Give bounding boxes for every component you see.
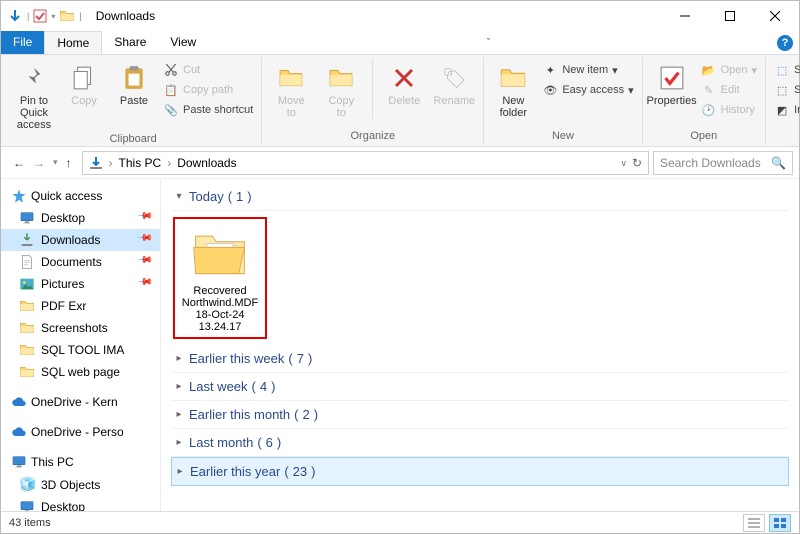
collapse-ribbon-button[interactable]: ˇ <box>487 37 499 49</box>
tab-view[interactable]: View <box>158 31 208 54</box>
group-last-week[interactable]: ▸Last week (4) <box>171 373 789 401</box>
move-to-button[interactable]: Move to <box>268 59 314 119</box>
open-button[interactable]: 📂Open ▾ <box>699 61 759 79</box>
group-last-month[interactable]: ▸Last month (6) <box>171 429 789 457</box>
paste-button[interactable]: Paste <box>111 59 157 107</box>
group-earlier-month[interactable]: ▸Earlier this month (2) <box>171 401 789 429</box>
group-label-open: Open <box>690 128 717 144</box>
copy-button[interactable]: Copy <box>61 59 107 107</box>
recent-button[interactable]: ▾ <box>53 157 58 168</box>
chevron-right-icon: ▸ <box>173 409 185 420</box>
group-label-organize: Organize <box>351 128 396 144</box>
file-item[interactable]: Recovered Northwind.MDF 18-Oct-24 13.24.… <box>173 217 267 339</box>
group-earlier-week[interactable]: ▸Earlier this week (7) <box>171 345 789 373</box>
new-folder-button[interactable]: New folder <box>490 59 536 119</box>
new-item-button[interactable]: ✦New item ▾ <box>540 61 635 79</box>
minimize-button[interactable] <box>662 1 707 31</box>
cut-button[interactable]: Cut <box>161 61 255 79</box>
delete-button[interactable]: Delete <box>381 59 427 107</box>
status-bar: 43 items <box>1 511 799 533</box>
tab-share[interactable]: Share <box>102 31 158 54</box>
invert-selection-button[interactable]: ◩Invert selection <box>772 101 800 119</box>
status-item-count: 43 items <box>9 517 51 529</box>
nav-screenshots[interactable]: Screenshots <box>1 317 160 339</box>
group-label-new: New <box>552 128 574 144</box>
forward-button[interactable]: → <box>33 156 45 170</box>
group-label-clipboard: Clipboard <box>110 131 157 147</box>
easy-access-button[interactable]: 👁Easy access ▾ <box>540 81 635 99</box>
refresh-button[interactable]: ↻ <box>632 156 642 170</box>
nav-downloads[interactable]: Downloads📌 <box>1 229 160 251</box>
nav-pc-desktop[interactable]: Desktop <box>1 496 160 511</box>
nav-onedrive-2[interactable]: OneDrive - Perso <box>1 421 160 443</box>
quick-access-toolbar: | ▾ | <box>3 8 86 24</box>
close-button[interactable] <box>752 1 797 31</box>
help-icon[interactable]: ? <box>777 35 793 51</box>
maximize-button[interactable] <box>707 1 752 31</box>
breadcrumb-this-pc[interactable]: This PC <box>115 156 166 170</box>
up-button[interactable]: ↑ <box>66 156 72 170</box>
ribbon-tabs: File Home Share View ˇ ? <box>1 31 799 55</box>
properties-button[interactable]: Properties <box>649 59 695 107</box>
nav-pdf-exr[interactable]: PDF Exr <box>1 295 160 317</box>
group-earlier-year[interactable]: ▸Earlier this year (23) <box>171 457 789 486</box>
navigation-pane: Quick access Desktop📌 Downloads📌 Documen… <box>1 179 161 511</box>
nav-sql-web[interactable]: SQL web page <box>1 361 160 383</box>
window-titlebar: | ▾ | Downloads <box>1 1 799 31</box>
select-none-button[interactable]: ⬚Select none <box>772 81 800 99</box>
chevron-down-icon: ▾ <box>173 191 185 202</box>
nav-pictures[interactable]: Pictures📌 <box>1 273 160 295</box>
back-button[interactable]: ← <box>13 156 25 170</box>
checkbox-icon[interactable] <box>33 9 47 23</box>
edit-button[interactable]: ✎Edit <box>699 81 759 99</box>
pin-to-quick-access-button[interactable]: Pin to Quick access <box>11 59 57 131</box>
chevron-right-icon: ▸ <box>173 381 185 392</box>
refresh-button[interactable]: v <box>621 158 626 168</box>
tab-file[interactable]: File <box>1 31 44 54</box>
address-bar: ← → ▾ ↑ › This PC › Downloads v ↻ Search… <box>1 147 799 179</box>
chevron-right-icon: ▸ <box>173 437 185 448</box>
nav-documents[interactable]: Documents📌 <box>1 251 160 273</box>
breadcrumb-downloads[interactable]: Downloads <box>173 156 240 170</box>
rename-button[interactable]: 🏷Rename <box>431 59 477 107</box>
tab-home[interactable]: Home <box>44 31 102 54</box>
nav-this-pc[interactable]: This PC <box>1 451 160 473</box>
icons-view-button[interactable] <box>769 514 791 532</box>
file-list[interactable]: ▾Today (1) Recovered Northwind.MDF 18-Oc… <box>161 179 799 511</box>
ribbon: Pin to Quick access Copy Paste Cut 📋Copy… <box>1 55 799 147</box>
nav-desktop[interactable]: Desktop📌 <box>1 207 160 229</box>
copy-path-button[interactable]: 📋Copy path <box>161 81 255 99</box>
arrow-down-icon <box>7 8 23 24</box>
nav-sql-tool[interactable]: SQL TOOL IMA <box>1 339 160 361</box>
paste-shortcut-button[interactable]: 📎Paste shortcut <box>161 101 255 119</box>
breadcrumb[interactable]: › This PC › Downloads v ↻ <box>82 151 649 175</box>
chevron-right-icon: ▸ <box>173 353 185 364</box>
history-button[interactable]: 🕑History <box>699 101 759 119</box>
nav-onedrive-1[interactable]: OneDrive - Kern <box>1 391 160 413</box>
group-today[interactable]: ▾Today (1) <box>171 183 789 211</box>
download-icon <box>87 154 105 172</box>
select-all-button[interactable]: ⬚Select all <box>772 61 800 79</box>
search-icon: 🔍 <box>771 156 786 170</box>
folder-icon <box>59 8 75 24</box>
search-input[interactable]: Search Downloads 🔍 <box>653 151 793 175</box>
details-view-button[interactable] <box>743 514 765 532</box>
copy-to-button[interactable]: Copy to <box>318 59 364 119</box>
chevron-right-icon: ▸ <box>174 466 186 477</box>
window-title: Downloads <box>86 9 155 23</box>
file-name: Recovered Northwind.MDF 18-Oct-24 13.24.… <box>179 285 261 333</box>
nav-quick-access[interactable]: Quick access <box>1 185 160 207</box>
nav-3d-objects[interactable]: 🧊3D Objects <box>1 473 160 496</box>
